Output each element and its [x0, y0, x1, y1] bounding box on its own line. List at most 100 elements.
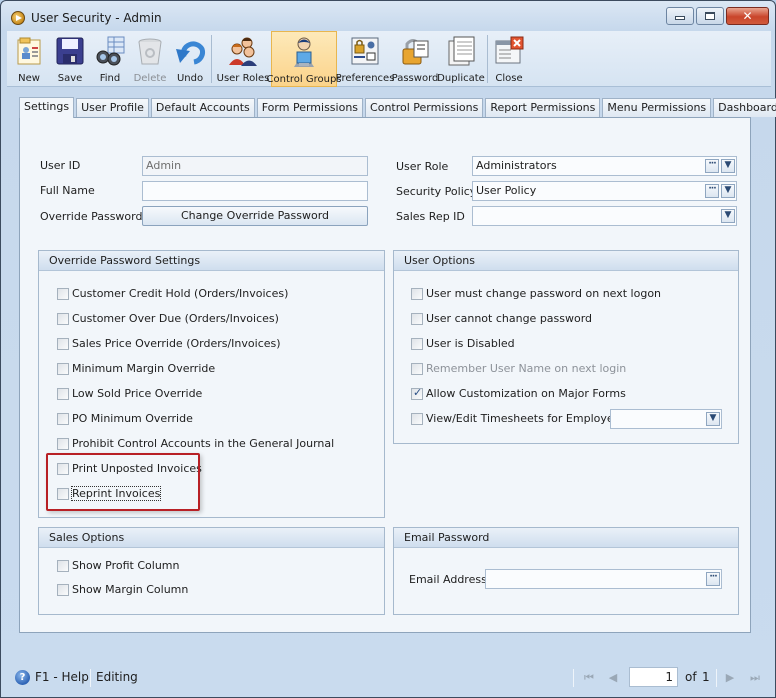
sales-rep-id-label: Sales Rep ID — [396, 210, 465, 223]
user-role-label: User Role — [396, 160, 449, 173]
control-groups-button[interactable]: Control Groups — [267, 31, 342, 87]
override-item[interactable]: Sales Price Override (Orders/Invoices) — [57, 337, 281, 350]
help-shortcut[interactable]: F1 - Help — [35, 670, 89, 684]
override-item[interactable]: Low Sold Price Override — [57, 387, 202, 400]
preferences-button[interactable]: Preferences — [336, 31, 394, 87]
padlock-icon — [402, 39, 429, 65]
save-label: Save — [57, 73, 83, 84]
checkbox[interactable] — [57, 312, 69, 325]
checkbox[interactable] — [411, 412, 423, 425]
override-item[interactable]: Minimum Margin Override — [57, 362, 215, 375]
tab-user-profile[interactable]: User Profile — [76, 98, 149, 117]
floppy-disk-icon — [56, 37, 84, 65]
email-address-field[interactable]: ··· — [485, 569, 722, 589]
status-separator — [573, 669, 574, 687]
new-button[interactable]: New — [11, 31, 47, 87]
chevron-down-icon[interactable]: ▼ — [721, 209, 735, 223]
password-button[interactable]: Password — [392, 31, 438, 87]
security-policy-value: User Policy — [476, 184, 537, 197]
user-role-field[interactable]: Administrators ··· ▼ — [472, 156, 737, 176]
duplicate-label: Duplicate — [437, 73, 485, 84]
user-id-field[interactable]: Admin — [142, 156, 368, 176]
user-option-item[interactable]: View/Edit Timesheets for Employee — [411, 412, 620, 425]
user-security-window: User Security - Admin ✕ New Save Find De… — [0, 0, 776, 698]
security-policy-field[interactable]: User Policy ··· ▼ — [472, 181, 737, 201]
checkbox[interactable] — [411, 312, 423, 325]
chevron-down-icon[interactable]: ▼ — [706, 412, 720, 426]
checkbox[interactable] — [57, 412, 69, 425]
full-name-field[interactable] — [142, 181, 368, 201]
duplicate-button[interactable]: Duplicate — [437, 31, 485, 87]
user-option-item[interactable]: User is Disabled — [411, 337, 515, 350]
preferences-label: Preferences — [335, 73, 395, 84]
delete-label: Delete — [133, 73, 167, 84]
chevron-down-icon[interactable]: ▼ — [721, 184, 735, 198]
close-icon: ✕ — [742, 9, 753, 23]
ellipsis-button[interactable]: ··· — [705, 159, 719, 173]
checkbox[interactable] — [57, 387, 69, 400]
find-label: Find — [99, 73, 121, 84]
status-mode: Editing — [96, 670, 138, 684]
new-label: New — [18, 73, 40, 84]
user-option-item[interactable]: User cannot change password — [411, 312, 592, 325]
checkbox[interactable] — [57, 362, 69, 375]
user-option-item[interactable]: User must change password on next logon — [411, 287, 661, 300]
checkbox[interactable] — [57, 337, 69, 350]
checkbox[interactable] — [57, 583, 69, 596]
last-page-button[interactable]: ⏭ — [747, 671, 763, 685]
delete-button[interactable]: Delete — [133, 31, 167, 87]
change-override-password-button[interactable]: Change Override Password — [142, 206, 368, 226]
tab-default-accounts[interactable]: Default Accounts — [150, 98, 255, 117]
previous-page-button[interactable]: ◀ — [605, 671, 621, 685]
checkbox-checked[interactable] — [411, 386, 423, 400]
close-label: Close — [495, 73, 523, 84]
restore-icon — [705, 12, 715, 20]
checkbox[interactable] — [411, 287, 423, 300]
new-record-icon — [17, 37, 41, 65]
checkbox[interactable] — [57, 559, 69, 572]
help-icon[interactable]: ? — [15, 670, 30, 685]
checkbox-label: Customer Credit Hold (Orders/Invoices) — [72, 287, 289, 300]
close-button[interactable]: Close — [491, 31, 527, 87]
override-item[interactable]: PO Minimum Override — [57, 412, 193, 425]
app-icon — [11, 11, 25, 25]
window-title: User Security - Admin — [31, 11, 162, 25]
chevron-down-icon[interactable]: ▼ — [721, 159, 735, 173]
tab-dashboard-permissions[interactable]: Dashboard Permissions — [713, 98, 776, 117]
checkbox-label: Show Margin Column — [72, 583, 189, 596]
close-window-button[interactable]: ✕ — [726, 7, 769, 25]
tab-settings[interactable]: Settings — [19, 97, 75, 118]
undo-button[interactable]: Undo — [173, 31, 207, 87]
user-roles-button[interactable]: User Roles — [215, 31, 271, 87]
checkbox-label: Minimum Margin Override — [72, 362, 216, 375]
sales-option-item[interactable]: Show Profit Column — [57, 559, 180, 572]
user-option-item[interactable]: Allow Customization on Major Forms — [411, 386, 626, 400]
checkbox[interactable] — [411, 337, 423, 350]
checkbox[interactable] — [57, 287, 69, 300]
first-page-button[interactable]: ⏮ — [581, 671, 597, 685]
status-separator — [716, 669, 717, 687]
save-button[interactable]: Save — [53, 31, 87, 87]
find-button[interactable]: Find — [93, 31, 127, 87]
tab-report-permissions[interactable]: Report Permissions — [485, 98, 601, 117]
toolbar: New Save Find Delete Undo User Roles Con… — [7, 31, 771, 87]
override-item[interactable]: Customer Credit Hold (Orders/Invoices) — [57, 287, 288, 300]
group-header: Override Password Settings — [39, 251, 384, 271]
ellipsis-button[interactable]: ··· — [705, 184, 719, 198]
tab-form-permissions[interactable]: Form Permissions — [256, 98, 364, 117]
maximize-button[interactable] — [696, 7, 724, 25]
minimize-button[interactable] — [666, 7, 694, 25]
ellipsis-button[interactable]: ··· — [706, 572, 720, 586]
override-item[interactable]: Customer Over Due (Orders/Invoices) — [57, 312, 279, 325]
tab-menu-permissions[interactable]: Menu Permissions — [602, 98, 712, 117]
sales-rep-id-field[interactable]: ▼ — [472, 206, 737, 226]
checkbox-label: Allow Customization on Major Forms — [426, 387, 626, 400]
checkbox[interactable] — [57, 437, 69, 450]
override-item[interactable]: Prohibit Control Accounts in the General… — [57, 437, 334, 450]
employee-select[interactable]: ▼ — [610, 409, 722, 429]
tab-control-permissions[interactable]: Control Permissions — [365, 98, 484, 117]
next-page-button[interactable]: ▶ — [722, 671, 738, 685]
sales-option-item[interactable]: Show Margin Column — [57, 583, 188, 596]
title-bar[interactable]: User Security - Admin ✕ — [1, 1, 775, 31]
page-number-input[interactable]: 1 — [629, 667, 678, 687]
